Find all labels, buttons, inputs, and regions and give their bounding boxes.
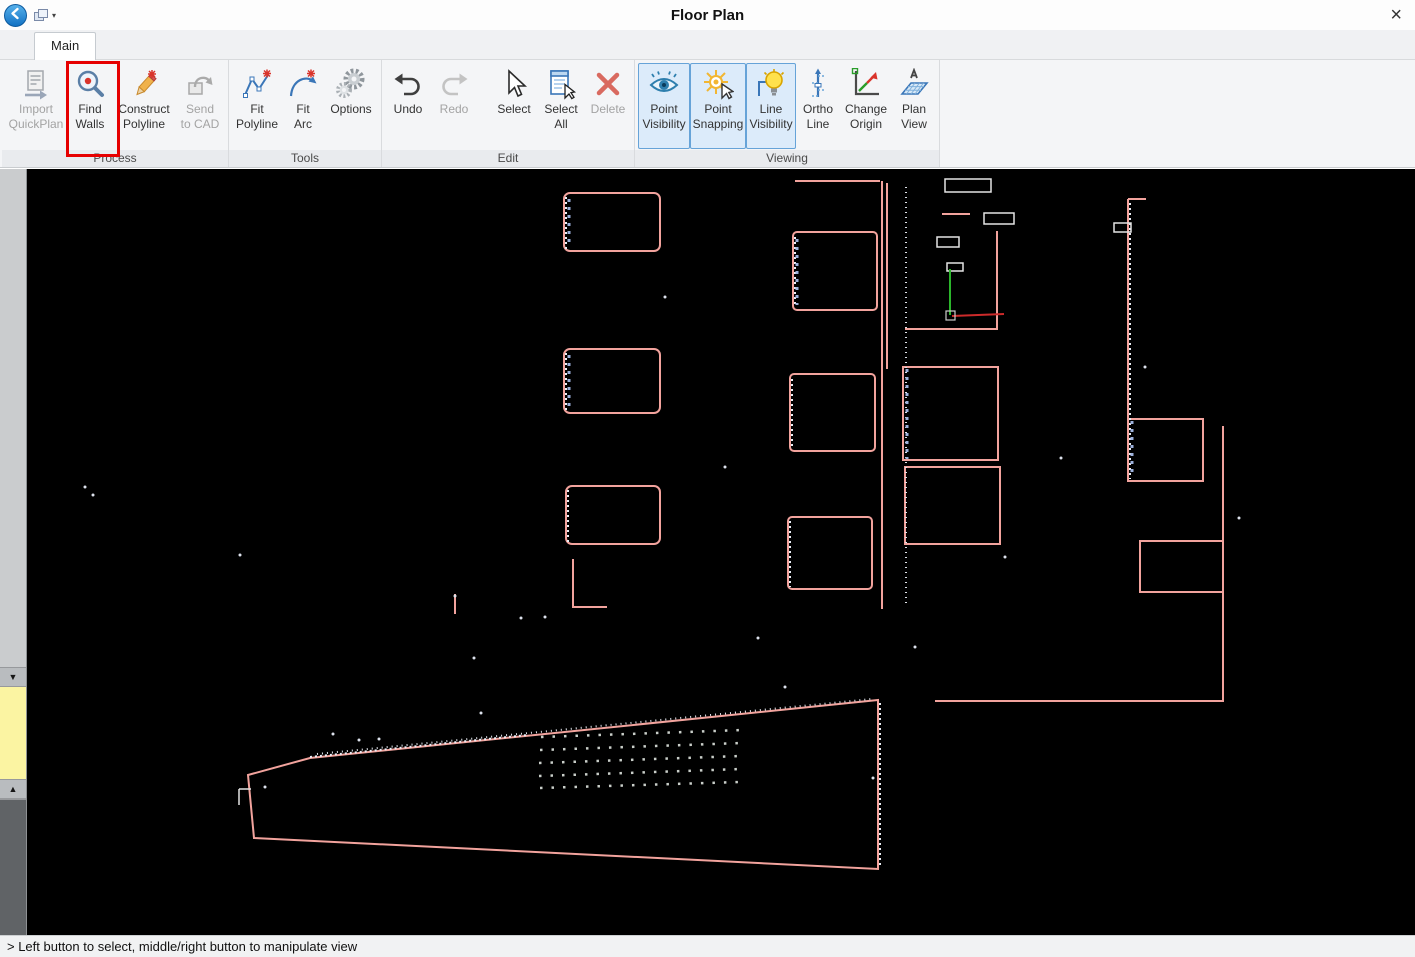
delete-label: Delete [591,102,626,117]
point-snapping-label: Point [693,102,744,117]
select-all-button[interactable]: SelectAll [537,63,585,149]
ortho-line-label: Ortho [803,102,833,117]
line-visibility-label: Line [749,102,792,117]
ribbon-group-process: ImportQuickPlan FindWalls ConstructPolyl… [2,60,229,167]
send-to-cad-button[interactable]: Sendto CAD [175,63,225,149]
delete-x-icon [591,67,625,101]
send-to-cad-icon [183,67,217,101]
ribbon-group-tools: FitPolyline FitArc Options Tools [229,60,382,167]
send-to-cad-label: Send [181,102,220,117]
group-label-tools: Tools [229,150,381,167]
point-visibility-label: Point [642,102,685,117]
left-scroll-strip: ▼ ▲ [0,169,27,935]
quick-access-toolbar: ▾ [34,9,56,22]
left-strip-track-top[interactable] [0,169,26,667]
floor-plan-canvas[interactable] [27,169,1415,935]
delete-button[interactable]: Delete [585,63,631,149]
triangle-up-icon: ▲ [9,784,18,794]
change-origin-button[interactable]: ChangeOrigin [840,63,892,149]
undo-label: Undo [394,102,423,117]
find-walls-label: Find [76,102,105,117]
qat-dropdown-caret-icon[interactable]: ▾ [52,11,56,20]
undo-button[interactable]: Undo [385,63,431,149]
fit-arc-button[interactable]: FitArc [282,63,324,149]
construct-polyline-icon [127,67,161,101]
import-quickplan-label: Import [9,102,64,117]
undo-icon [391,67,425,101]
fit-arc-label: Fit [294,102,312,117]
options-button[interactable]: Options [324,63,378,149]
change-origin-axes-icon [849,67,883,101]
plan-view-button[interactable]: PlanView [892,63,936,149]
fit-polyline-icon [240,67,274,101]
ribbon-group-viewing: PointVisibility PointSnapping LineVisibi… [635,60,940,167]
select-button[interactable]: Select [491,63,537,149]
fit-polyline-button[interactable]: FitPolyline [232,63,282,149]
select-all-icon [544,67,578,101]
fit-arc-icon [286,67,320,101]
import-quickplan-icon [19,67,53,101]
redo-label: Redo [440,102,469,117]
line-visibility-bulb-icon [754,67,788,101]
plan-view-label: Plan [901,102,927,117]
point-snapping-button[interactable]: PointSnapping [690,63,746,149]
ortho-line-button[interactable]: OrthoLine [796,63,840,149]
ribbon-tab-row: Main [0,30,1415,60]
group-label-edit: Edit [382,150,634,167]
ribbon: ImportQuickPlan FindWalls ConstructPolyl… [0,60,1415,168]
work-area: ▼ ▲ [0,169,1415,935]
status-message: > Left button to select, middle/right bu… [7,939,357,954]
redo-button[interactable]: Redo [431,63,477,149]
construct-polyline-button[interactable]: ConstructPolyline [113,63,175,149]
point-cloud-view[interactable] [27,169,1415,935]
point-snapping-star-icon [701,67,735,101]
construct-polyline-label: Construct [118,102,169,117]
status-bar: > Left button to select, middle/right bu… [0,935,1415,957]
left-strip-highlight[interactable] [0,687,26,779]
select-label: Select [497,102,530,117]
back-button[interactable] [4,4,27,27]
point-visibility-button[interactable]: PointVisibility [638,63,690,149]
find-walls-button[interactable]: FindWalls [67,63,113,149]
ortho-line-icon [801,67,835,101]
window-layers-icon[interactable] [34,9,49,22]
group-label-process: Process [2,150,228,167]
options-label: Options [330,102,371,117]
line-visibility-button[interactable]: LineVisibility [746,63,796,149]
select-all-label: Select [544,102,577,117]
scroll-up-button[interactable]: ▲ [0,779,26,799]
change-origin-label: Change [845,102,887,117]
plan-view-icon [897,67,931,101]
scroll-down-button[interactable]: ▼ [0,667,26,687]
window-title: Floor Plan [0,7,1415,24]
group-label-viewing: Viewing [635,150,939,167]
back-arrow-icon [9,7,22,23]
window-titlebar: ▾ Floor Plan × [0,0,1415,30]
import-quickplan-button[interactable]: ImportQuickPlan [5,63,67,149]
fit-polyline-label: Fit [236,102,278,117]
ribbon-group-edit: Undo Redo Select SelectAll [382,60,635,167]
point-visibility-eye-icon [647,67,681,101]
close-button[interactable]: × [1390,5,1402,25]
redo-icon [437,67,471,101]
tab-main[interactable]: Main [34,32,96,60]
options-gears-icon [334,67,368,101]
find-walls-icon [73,67,107,101]
select-cursor-icon [497,67,531,101]
triangle-down-icon: ▼ [9,672,18,682]
left-strip-track-bottom[interactable] [0,799,26,935]
